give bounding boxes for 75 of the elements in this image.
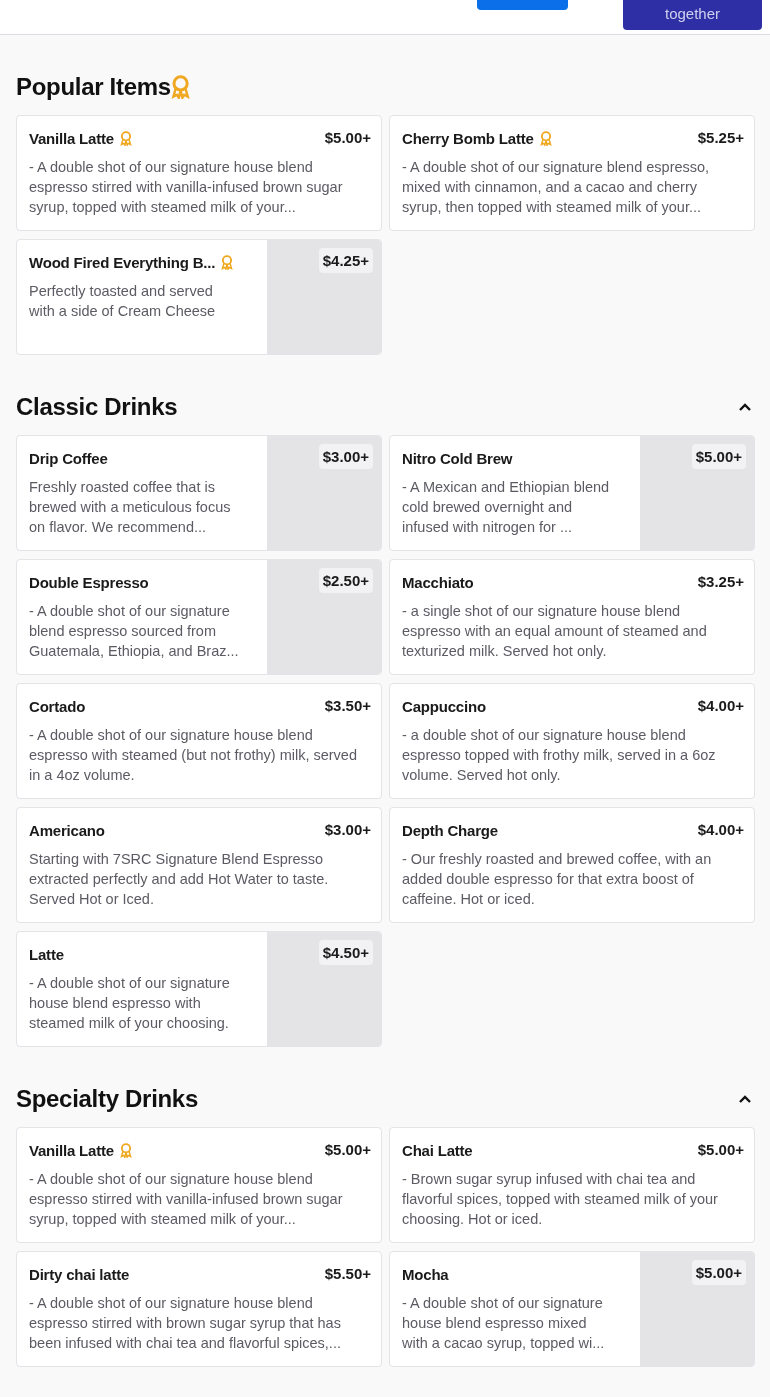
item-name: Wood Fired Everything B... [29,253,216,271]
item-price: $3.50+ [323,697,372,714]
item-name: Depth Charge [402,821,498,839]
item-description: - A double shot of our signature house blend espresso stirred with brown sugar syrup that has been infused with chai tea and flavorful spices,... [29,1294,342,1353]
item-description: - A double shot of our signature house blend espresso with steamed (but not frothy) milk, served in a 4oz volume. [29,726,358,785]
section-title: Specialty Drinks [16,1085,198,1113]
item-price: $3.00+ [318,444,373,469]
item-name: Vanilla Latte [29,129,114,147]
section-title: Classic Drinks [16,393,178,421]
chevron-up-icon[interactable] [738,402,752,412]
award-icon [119,1142,132,1158]
item-price: $3.00+ [323,821,372,838]
group-order-button[interactable]: together [623,0,762,30]
menu-item-card[interactable]: Mocha - A double shot of our signature house blend espresso mixed with a cacao syrup, topped wi... $5.00+ [389,1251,755,1367]
menu-item-card[interactable]: Vanilla Latte - A double shot of our signature house blend espresso stirred with vanilla-infused brown sugar syrup, topped with steamed milk of your... $5.00+ [16,115,382,231]
item-name: Drip Coffee [29,449,108,467]
item-price: $2.50+ [318,568,373,593]
menu-item-card[interactable]: Dirty chai latte - A double shot of our signature house blend espresso stirred with brown sugar syrup that has been infused with chai tea and flavorful spices,... $5.50+ [16,1251,382,1367]
item-name: Latte [29,945,64,963]
item-name: Vanilla Latte [29,1141,114,1159]
chevron-up-icon[interactable] [738,1094,752,1104]
item-price: $5.00+ [696,1141,745,1158]
item-price: $5.00+ [691,1260,746,1285]
menu-item-card[interactable]: Vanilla Latte - A double shot of our signature house blend espresso stirred with vanilla-infused brown sugar syrup, topped with steamed milk of your... $5.00+ [16,1127,382,1243]
item-price: $4.00+ [696,697,745,714]
item-description: - a double shot of our signature house blend espresso topped with frothy milk, served in a 6oz volume. Served hot only. [402,726,717,785]
item-name: Cappuccino [402,697,486,715]
item-price: $4.25+ [318,248,373,273]
item-description: - A double shot of our signature blend espresso, mixed with cinnamon, and a cacao and cherry syrup, then topped with steamed milk of your... [402,158,711,217]
menu-item-card[interactable]: Cherry Bomb Latte - A double shot of our signature blend espresso, mixed with cinnamon, and a cacao and cherry syrup, then topped with steamed milk of your... $5.25+ [389,115,755,231]
item-price: $5.00+ [323,1141,372,1158]
item-description: - Our freshly roasted and brewed coffee, with an added double espresso for that extra boost of caffeine. Hot or iced. [402,850,713,909]
menu-item-card[interactable]: Cappuccino - a double shot of our signature house blend espresso topped with frothy milk, served in a 6oz volume. Served hot only. $4.00+ [389,683,755,799]
item-description: - A double shot of our signature blend espresso sourced from Guatemala, Ethiopia, and Braz... [29,602,240,661]
item-name: Dirty chai latte [29,1265,130,1283]
item-name: Americano [29,821,105,839]
menu-item-card[interactable]: Nitro Cold Brew - A Mexican and Ethiopian blend cold brewed overnight and infused with nitrogen for ... $5.00+ [389,435,755,551]
item-price: $5.00+ [323,129,372,146]
item-description: - A double shot of our signature house blend espresso stirred with vanilla-infused brown sugar syrup, topped with steamed milk of your... [29,158,344,217]
item-description: - a single shot of our signature house blend espresso with an equal amount of steamed and texturized milk. Served hot only. [402,602,708,661]
item-description: - A double shot of our signature house blend espresso with steamed milk of your choosing. [29,974,231,1033]
menu-item-card[interactable]: Latte - A double shot of our signature house blend espresso with steamed milk of your choosing. $4.50+ [16,931,382,1047]
award-icon [170,75,190,99]
item-description: - Brown sugar syrup infused with chai tea and flavorful spices, topped with steamed milk of your choosing. Hot or iced. [402,1170,719,1229]
menu-item-card[interactable]: Double Espresso - A double shot of our signature blend espresso sourced from Guatemala, Ethiopia, and Braz... $2.50+ [16,559,382,675]
item-name: Nitro Cold Brew [402,449,513,467]
menu-item-card[interactable]: Americano Starting with 7SRC Signature Blend Espresso extracted perfectly and add Hot Water to taste. Served Hot or Iced. $3.00+ [16,807,382,923]
menu-item-card[interactable]: Depth Charge - Our freshly roasted and brewed coffee, with an added double espresso for that extra boost of caffeine. Hot or iced. $4.00+ [389,807,755,923]
item-description: - A Mexican and Ethiopian blend cold brewed overnight and infused with nitrogen for ... [402,478,611,537]
award-icon [221,254,234,270]
item-price: $5.50+ [323,1265,372,1282]
menu-item-card[interactable]: Drip Coffee Freshly roasted coffee that is brewed with a meticulous focus on flavor. We recommend... $3.00+ [16,435,382,551]
award-icon [539,130,552,146]
item-name: Macchiato [402,573,474,591]
award-icon [119,130,132,146]
item-price: $4.00+ [696,821,745,838]
item-price: $3.25+ [696,573,745,590]
section-title: Popular Items [16,73,171,101]
item-description: - A double shot of our signature house blend espresso mixed with a cacao syrup, topped wi... [402,1294,606,1353]
item-description: Freshly roasted coffee that is brewed with a meticulous focus on flavor. We recommend... [29,478,232,537]
item-description: Perfectly toasted and served with a side of Cream Cheese [29,282,217,321]
item-price: $5.25+ [696,129,745,146]
item-name: Double Espresso [29,573,149,591]
menu-item-card[interactable]: Wood Fired Everything B... Perfectly toasted and served with a side of Cream Cheese $4.25+ [16,239,382,355]
menu-item-card[interactable]: Chai Latte - Brown sugar syrup infused with chai tea and flavorful spices, topped with steamed milk of your choosing. Hot or iced. $5.00+ [389,1127,755,1243]
item-name: Mocha [402,1265,449,1283]
menu-item-card[interactable]: Macchiato - a single shot of our signature house blend espresso with an equal amount of steamed and texturized milk. Served hot only. $3.25+ [389,559,755,675]
item-price: $5.00+ [691,444,746,469]
item-name: Cherry Bomb Latte [402,129,534,147]
item-name: Cortado [29,697,86,715]
item-description: Starting with 7SRC Signature Blend Espresso extracted perfectly and add Hot Water to taste. Served Hot or Iced. [29,850,330,909]
item-description: - A double shot of our signature house blend espresso stirred with vanilla-infused brown sugar syrup, topped with steamed milk of your... [29,1170,344,1229]
menu-item-card[interactable]: Cortado - A double shot of our signature house blend espresso with steamed (but not frothy) milk, served in a 4oz volume. $3.50+ [16,683,382,799]
item-price: $4.50+ [318,940,373,965]
item-name: Chai Latte [402,1141,473,1159]
